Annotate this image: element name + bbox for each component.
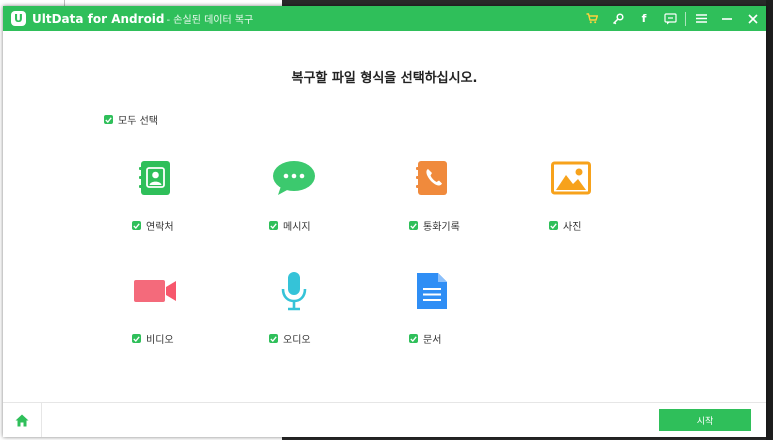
home-button[interactable]: [3, 403, 42, 437]
checkbox-checked-icon[interactable]: [132, 221, 141, 230]
close-icon[interactable]: [740, 6, 766, 31]
file-type-audio[interactable]: 오디오: [254, 269, 334, 359]
background-edge: [766, 0, 773, 440]
file-type-label: 사진: [563, 222, 582, 233]
message-checkbox[interactable]: 메시지: [269, 218, 311, 233]
app-window: U UltData for Android - 손실된 데이터 복구 f 복구할…: [3, 6, 766, 437]
home-icon[interactable]: [15, 414, 29, 427]
contacts-icon[interactable]: [115, 156, 195, 200]
file-type-label: 문서: [423, 335, 442, 346]
bottom-bar: 시작: [3, 402, 766, 437]
file-type-label: 메시지: [283, 222, 311, 233]
video-checkbox[interactable]: 비디오: [132, 331, 174, 346]
app-logo-icon: U: [11, 11, 26, 26]
start-button[interactable]: 시작: [659, 409, 751, 431]
file-type-video[interactable]: 비디오: [115, 269, 195, 359]
call-log-icon[interactable]: [392, 156, 472, 200]
select-all-label: 모두 선택: [118, 116, 158, 127]
checkbox-checked-icon[interactable]: [104, 115, 113, 124]
feedback-icon[interactable]: [657, 6, 683, 31]
select-all-checkbox[interactable]: 모두 선택: [104, 112, 158, 127]
photo-checkbox[interactable]: 사진: [549, 218, 581, 233]
checkbox-checked-icon[interactable]: [132, 334, 141, 343]
file-type-label: 오디오: [283, 335, 311, 346]
contacts-checkbox[interactable]: 연락처: [132, 218, 174, 233]
file-type-label: 통화기록: [423, 222, 460, 233]
window-subtitle: - 손실된 데이터 복구: [166, 15, 254, 26]
document-icon[interactable]: [392, 269, 472, 313]
checkbox-checked-icon[interactable]: [269, 334, 278, 343]
video-icon[interactable]: [115, 269, 195, 313]
photo-icon[interactable]: [531, 156, 611, 200]
audio-icon[interactable]: [254, 269, 334, 313]
checkbox-checked-icon[interactable]: [409, 221, 418, 230]
call-log-checkbox[interactable]: 통화기록: [409, 218, 460, 233]
minimize-icon[interactable]: [714, 6, 740, 31]
title-bar-controls: f: [579, 6, 766, 31]
menu-icon[interactable]: [688, 6, 714, 31]
document-checkbox[interactable]: 문서: [409, 331, 441, 346]
checkbox-checked-icon[interactable]: [269, 221, 278, 230]
checkbox-checked-icon[interactable]: [409, 334, 418, 343]
title-bar-separator: [685, 11, 686, 26]
facebook-icon[interactable]: f: [631, 6, 657, 31]
audio-checkbox[interactable]: 오디오: [269, 331, 311, 346]
file-type-message[interactable]: 메시지: [254, 156, 334, 246]
file-type-photo[interactable]: 사진: [531, 156, 611, 246]
file-type-document[interactable]: 문서: [392, 269, 472, 359]
file-type-contacts[interactable]: 연락처: [115, 156, 195, 246]
facebook-glyph: f: [641, 12, 647, 25]
cart-icon[interactable]: [579, 6, 605, 31]
app-name: UltData for Android: [32, 11, 165, 26]
key-icon[interactable]: [605, 6, 631, 31]
message-icon[interactable]: [254, 156, 334, 200]
title-bar: U UltData for Android - 손실된 데이터 복구 f: [3, 6, 766, 31]
file-type-label: 연락처: [146, 222, 174, 233]
file-type-call-log[interactable]: 통화기록: [392, 156, 472, 246]
page-heading: 복구할 파일 형식을 선택하십시오.: [291, 71, 478, 86]
checkbox-checked-icon[interactable]: [549, 221, 558, 230]
file-type-label: 비디오: [146, 335, 174, 346]
